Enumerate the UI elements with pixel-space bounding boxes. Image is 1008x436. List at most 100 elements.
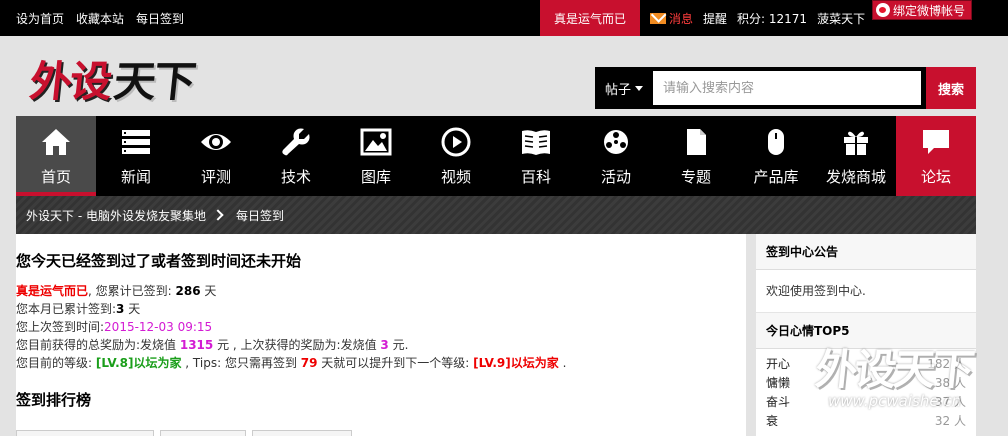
last-signin-time: 2015-12-03 09:15 [104, 320, 213, 334]
nav-item-wiki[interactable]: 百科 [496, 116, 576, 196]
mood-name: 开心 [766, 357, 791, 371]
nav-label: 图库 [360, 168, 391, 186]
main-nav: 首页 新闻 评测 技术 图库 视频 百科 活动 专题 产品库 发烧商城 论坛 [16, 116, 976, 196]
search-type-select[interactable]: 帖子 [595, 67, 653, 109]
total-signin-days: 286 [175, 284, 201, 298]
site-short-link[interactable]: 菠菜天下 [817, 10, 865, 27]
set-homepage-link[interactable]: 设为首页 [16, 10, 64, 27]
mouse-icon [768, 129, 784, 155]
level-tips: , Tips: 您只需再签到 [181, 356, 301, 370]
nav-item-products[interactable]: 产品库 [736, 116, 816, 196]
day-unit: 天 [200, 284, 217, 298]
breadcrumb-current[interactable]: 每日签到 [236, 207, 284, 224]
user-tools: 消息 提醒 积分: 12171 菠菜天下 [650, 0, 865, 36]
mood-item: 开心 182 人 [766, 355, 966, 374]
news-list-icon [122, 130, 150, 154]
nav-item-home[interactable]: 首页 [16, 116, 96, 196]
nav-label: 技术 [280, 168, 311, 186]
search-button[interactable]: 搜索 [926, 67, 976, 109]
activity-icon [604, 130, 628, 154]
chat-bubble-icon [923, 130, 949, 154]
username-link[interactable]: 真是运气而已 [540, 0, 640, 36]
bind-weibo-button[interactable]: 绑定微博帐号 [872, 0, 972, 20]
messages-link[interactable]: 消息 [650, 10, 693, 27]
ranking-tab[interactable] [16, 430, 154, 436]
nav-item-gallery[interactable]: 图库 [336, 116, 416, 196]
mood-name: 奋斗 [766, 395, 791, 409]
home-icon [42, 129, 70, 155]
mood-item: 衰 32 人 [766, 412, 966, 431]
ranking-heading: 签到排行榜 [16, 391, 92, 409]
play-icon [441, 127, 471, 157]
level-line: 您目前的等级: [LV.8]以坛为家 , Tips: 您只需再签到 79 天就可… [16, 354, 736, 372]
book-icon [522, 130, 550, 155]
picture-icon [360, 128, 392, 156]
days-to-next-level: 79 [300, 356, 318, 370]
search-bar: 帖子 搜索 [595, 67, 976, 109]
nav-label: 首页 [40, 168, 71, 186]
nav-label: 视频 [440, 168, 471, 186]
month-signin-line: 您本月已累计签到:3 天 [16, 300, 736, 318]
daily-signin-link[interactable]: 每日签到 [136, 10, 184, 27]
site-logo[interactable]: 外设 天下 [24, 55, 210, 109]
mood-list: 开心 182 人 慵懒 38 人 奋斗 37 人 衰 32 人 [756, 355, 976, 431]
mood-count: 182 人 [927, 357, 966, 371]
mood-item: 奋斗 37 人 [766, 393, 966, 412]
chevron-right-icon [212, 209, 224, 221]
mood-count: 32 人 [934, 414, 966, 428]
document-icon [687, 129, 706, 155]
bind-weibo-label: 绑定微博帐号 [893, 3, 966, 18]
search-type-label: 帖子 [604, 82, 631, 98]
nav-item-news[interactable]: 新闻 [96, 116, 176, 196]
nav-item-topic[interactable]: 专题 [656, 116, 736, 196]
nav-item-forum[interactable]: 论坛 [896, 116, 976, 196]
total-signin-prefix: , 您累计已签到: [88, 284, 176, 298]
nav-item-tech[interactable]: 技术 [256, 116, 336, 196]
mood-name: 衰 [766, 414, 779, 428]
nav-label: 活动 [600, 168, 631, 186]
breadcrumb-home-link[interactable]: 外设天下 - 电脑外设发烧友聚集地 [26, 207, 206, 224]
ranking-tab[interactable] [252, 430, 352, 436]
remind-link[interactable]: 提醒 [703, 10, 727, 27]
signin-status-heading: 您今天已经签到过了或者签到时间还未开始 [16, 252, 302, 270]
nav-item-video[interactable]: 视频 [416, 116, 496, 196]
eye-icon [201, 134, 231, 150]
mood-count: 37 人 [934, 395, 966, 409]
nav-item-review[interactable]: 评测 [176, 116, 256, 196]
notice-body: 欢迎使用签到中心. [756, 270, 976, 313]
wrench-icon [282, 128, 310, 156]
breadcrumb: 外设天下 - 电脑外设发烧友聚集地 每日签到 [16, 196, 976, 234]
sidebar: 签到中心公告 欢迎使用签到中心. 今日心情TOP5 开心 182 人 慵懒 38… [756, 234, 976, 436]
nav-label: 评测 [200, 168, 231, 186]
logo-text-part1: 外设 [27, 57, 113, 106]
reward-line: 您目前获得的总奖励为:发烧值 1315 元 , 上次获得的奖励为:发烧值 3 元… [16, 336, 736, 354]
mood-title: 今日心情TOP5 [756, 313, 976, 349]
nav-label: 专题 [680, 168, 711, 186]
logo-text-part2: 天下 [111, 57, 197, 106]
nav-item-shop[interactable]: 发烧商城 [816, 116, 896, 196]
month-signin-prefix: 您本月已累计签到: [16, 302, 117, 316]
reward-suffix: 元. [388, 338, 409, 352]
current-level: [LV.8]以坛为家 [95, 356, 182, 370]
mood-count: 38 人 [934, 376, 966, 390]
notice-title: 签到中心公告 [756, 234, 976, 270]
last-signin-line: 您上次签到时间:2015-12-03 09:15 [16, 318, 736, 336]
points-link[interactable]: 积分: 12171 [737, 10, 807, 27]
signin-username[interactable]: 真是运气而已 [16, 284, 88, 298]
signin-info: 真是运气而已, 您累计已签到: 286 天 您本月已累计签到:3 天 您上次签到… [16, 282, 736, 372]
bookmark-link[interactable]: 收藏本站 [76, 10, 124, 27]
reward-total: 1315 [179, 338, 214, 352]
ranking-tab[interactable] [160, 430, 246, 436]
nav-label: 新闻 [120, 168, 151, 186]
level-prefix: 您目前的等级: [16, 356, 96, 370]
nav-label: 百科 [520, 168, 551, 186]
mail-icon [650, 12, 666, 24]
top-links: 设为首页 收藏本站 每日签到 [16, 0, 184, 36]
level-suffix: . [558, 356, 567, 370]
search-input[interactable] [653, 71, 921, 105]
nav-item-activity[interactable]: 活动 [576, 116, 656, 196]
level-next-prefix: 天就可以提升到下一个等级: [317, 356, 474, 370]
reward-mid: 元 , 上次获得的奖励为:发烧值 [213, 338, 381, 352]
signin-panel: 您今天已经签到过了或者签到时间还未开始 真是运气而已, 您累计已签到: 286 … [16, 234, 746, 436]
nav-label: 发烧商城 [825, 168, 886, 186]
